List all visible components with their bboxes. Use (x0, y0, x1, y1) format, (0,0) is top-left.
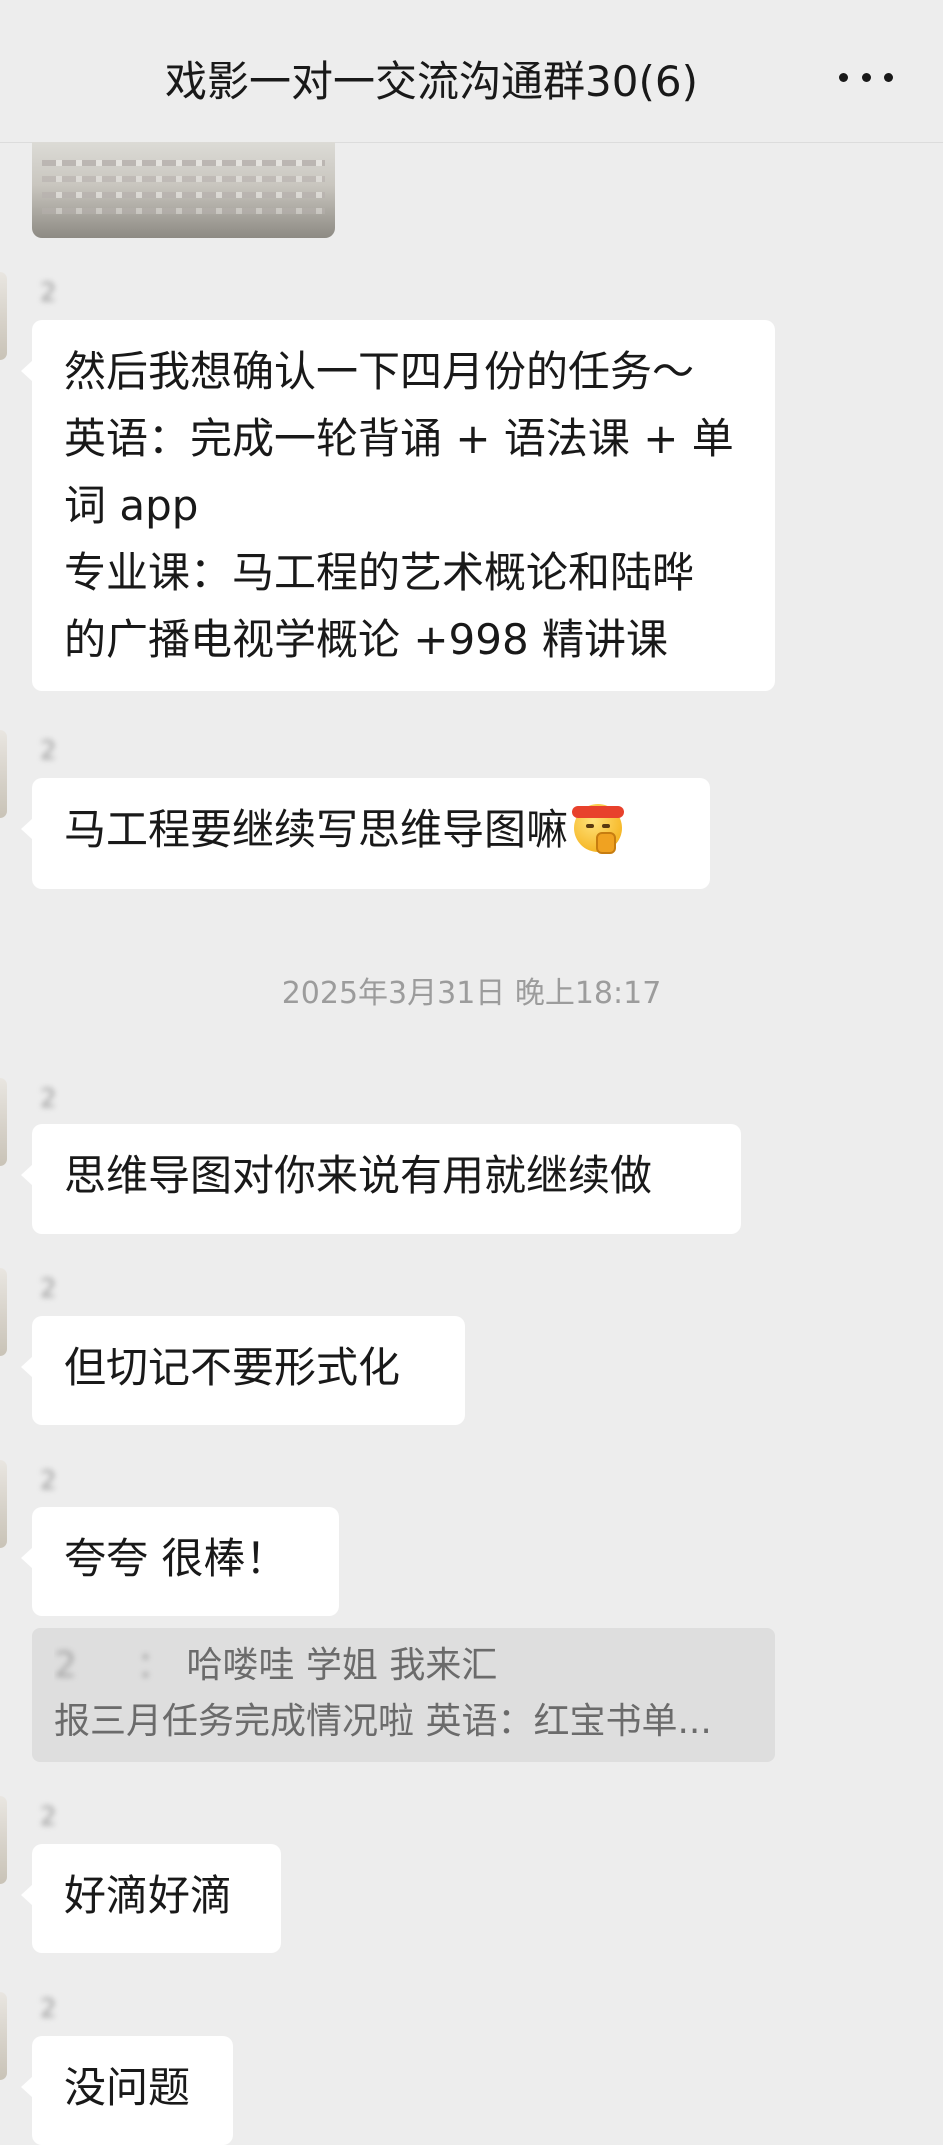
timestamp-text: 2025年3月31日 晚上18:17 (281, 976, 662, 1011)
quote-line: 报三月任务完成情况啦 英语：红宝书单... (54, 1701, 712, 1742)
more-horizontal-icon[interactable] (839, 62, 893, 92)
sender-name: 2 (40, 1084, 106, 1114)
message-bubble[interactable]: 夸夸 很棒！ (21, 1507, 339, 1616)
sender-name: 2 (40, 278, 95, 308)
image-message[interactable] (32, 142, 335, 238)
quote-line: 2 ： 哈喽哇 学姐 我来汇 (54, 1638, 753, 1694)
avatar[interactable] (0, 1796, 7, 1884)
message-bubble[interactable]: 好滴好滴 (21, 1844, 281, 1953)
message-text: 好滴好滴 (64, 1871, 233, 1920)
saluting-face-emoji-icon (570, 798, 626, 854)
quote-sender: 2 ： (54, 1645, 173, 1686)
message-line: 英语：完成一轮背诵 + 语法课 + 单 (64, 414, 734, 463)
chat-header: 戏影一对一交流沟通群30(6) (0, 0, 943, 143)
sender-name: 2 (40, 1466, 106, 1496)
message-text: 马工程要继续写思维导图嘛 (64, 805, 569, 854)
quote-text: 哈喽哇 学姐 我来汇 (186, 1645, 498, 1686)
message-bubble[interactable]: 然后我想确认一下四月份的任务～ 英语：完成一轮背诵 + 语法课 + 单 词 ap… (21, 320, 775, 691)
chat-timestamp: 2025年3月31日 晚上18:17 (0, 968, 943, 1012)
message-text: 但切记不要形式化 (64, 1343, 401, 1392)
chat-title: 戏影一对一交流沟通群30(6) (0, 48, 943, 109)
sender-name: 2 (40, 1802, 95, 1832)
message-bubble[interactable]: 但切记不要形式化 (21, 1316, 465, 1425)
message-line: 词 app (64, 481, 199, 530)
message-line: 然后我想确认一下四月份的任务～ (64, 347, 695, 396)
avatar[interactable] (0, 1992, 7, 2080)
avatar[interactable] (0, 1460, 7, 1548)
message-text: 思维导图对你来说有用就继续做 (64, 1151, 653, 1200)
message-line: 的广播电视学概论 +998 精讲课 (64, 615, 669, 664)
quoted-message[interactable]: 2 ： 哈喽哇 学姐 我来汇 报三月任务完成情况啦 英语：红宝书单... (32, 1628, 775, 1762)
message-text: 没问题 (64, 2063, 191, 2112)
avatar[interactable] (0, 1078, 7, 1166)
avatar[interactable] (0, 730, 7, 818)
sender-name: 2 (40, 1274, 106, 1304)
message-text: 夸夸 很棒！ (64, 1534, 288, 1583)
avatar[interactable] (0, 1268, 7, 1356)
message-bubble[interactable]: 没问题 (21, 2036, 233, 2145)
message-bubble[interactable]: 马工程要继续写思维导图嘛 (21, 778, 710, 889)
avatar[interactable] (0, 272, 7, 360)
sender-name: 2 (40, 736, 95, 766)
chat-title-text: 戏影一对一交流沟通群30(6) (165, 57, 698, 106)
sender-name: 2 (40, 1994, 106, 2024)
message-line: 专业课：马工程的艺术概论和陆晔 (64, 548, 695, 597)
message-bubble[interactable]: 思维导图对你来说有用就继续做 (21, 1124, 741, 1234)
